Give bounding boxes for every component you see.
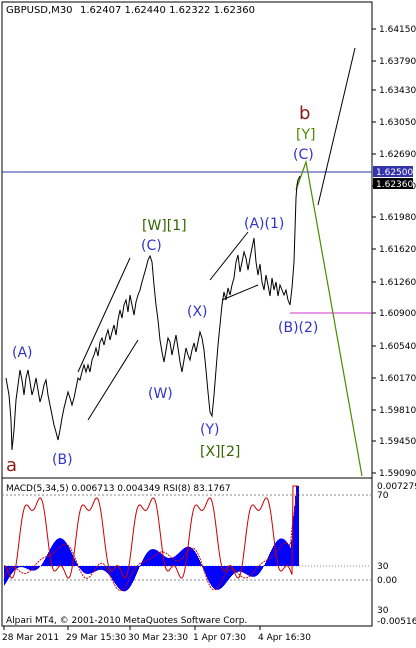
price-tick-label: 1.59450	[379, 437, 416, 447]
wave-label: [W][1]	[142, 218, 187, 234]
indicator-tick-label: 0.00	[377, 576, 397, 586]
price-tick-label: 1.63050	[379, 118, 416, 128]
copyright-text: Alpari MT4, © 2001-2010 MetaQuotes Softw…	[6, 616, 247, 626]
price-tick-label: 1.64150	[379, 25, 416, 35]
price-tick-label: 1.60900	[379, 309, 416, 319]
indicator-tick-label: 30	[377, 606, 389, 616]
indicator-tick-label: -0.00516	[377, 617, 416, 627]
indicator-tick-label: 30	[377, 562, 389, 572]
wave-label: (Y)	[200, 422, 219, 438]
wave-label: a	[6, 455, 17, 476]
level-value: 1.62500	[376, 168, 413, 178]
time-tick-label: 29 Mar 15:30	[66, 633, 126, 643]
wave-label: (C)	[141, 238, 162, 254]
time-tick-label: 4 Apr 16:30	[258, 633, 311, 643]
price-tick-label: 1.59810	[379, 406, 416, 416]
time-axis: 28 Mar 2011 29 Mar 15:30 30 Mar 23:30 1 Apr…	[2, 626, 311, 643]
time-tick-label: 30 Mar 23:30	[128, 633, 188, 643]
price-tick-label: 1.59090	[379, 469, 416, 479]
wave-label: (W)	[148, 386, 173, 402]
wave-label: (B)	[52, 452, 73, 468]
price-axis: 1.64150 1.63790 1.63430 1.63050 1.62690 1.623…	[372, 25, 416, 479]
current-value: 1.62360	[376, 180, 413, 190]
wave-label: (B)(2)	[278, 320, 318, 336]
wave-label: [Y]	[296, 127, 315, 143]
chart-canvas: GBPUSD,M30 1.62407 1.62440 1.62322 1.623…	[1, 1, 416, 643]
wave-label: (A)	[12, 345, 33, 361]
wave-label: (X)	[187, 304, 208, 320]
price-tick-label: 1.63430	[379, 86, 416, 96]
price-tick-label: 1.61620	[379, 245, 416, 255]
price-tick-label: 1.61260	[379, 278, 416, 288]
price-tick-label: 1.62690	[379, 150, 416, 160]
wave-label: [X][2]	[200, 444, 240, 460]
ohlc-label: 1.62407 1.62440 1.62322 1.62360	[80, 5, 255, 16]
indicator-header: MACD(5,34,5) 0.006713 0.004349 RSI(8) 83…	[6, 484, 231, 494]
wave-label: b	[299, 103, 310, 124]
price-tick-label: 1.61980	[379, 213, 416, 223]
wave-label: (C)	[293, 147, 314, 163]
symbol-label: GBPUSD,M30	[6, 5, 73, 16]
price-tick-label: 1.63790	[379, 57, 416, 67]
indicator-tick-label: 70	[377, 491, 389, 501]
price-tick-label: 1.60540	[379, 342, 416, 352]
time-tick-label: 1 Apr 07:30	[193, 633, 246, 643]
price-tick-label: 1.60170	[379, 374, 416, 384]
indicator-axis: 0.00727970300.0030-0.00516	[377, 482, 416, 627]
time-tick-label: 28 Mar 2011	[2, 633, 59, 643]
price-panel-frame	[1, 1, 373, 479]
wave-label: (A)(1)	[244, 216, 284, 232]
